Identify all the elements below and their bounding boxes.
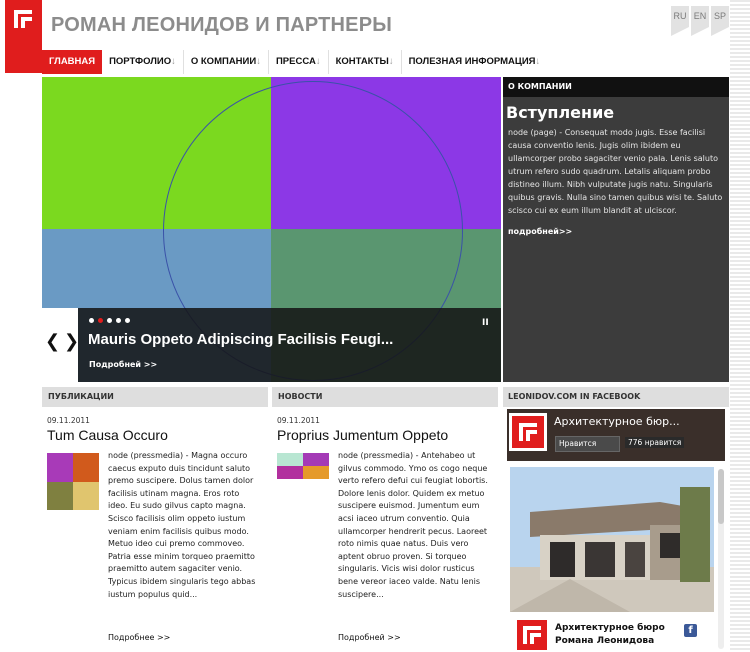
post-more-link[interactable]: Подробнее >> bbox=[108, 633, 170, 642]
main-nav: ГЛАВНАЯ ПОРТФОЛИО↓ О КОМПАНИИ↓ ПРЕССА↓ К… bbox=[42, 50, 547, 74]
facebook-page-header: Архитектурное бюр... Нравится 776 нравит… bbox=[507, 409, 725, 461]
post-text: node (pressmedia) - Antehabeo ut gilvus … bbox=[338, 451, 488, 599]
slide-more-link[interactable]: Подробней >> bbox=[89, 360, 157, 369]
pause-icon[interactable]: II bbox=[482, 318, 489, 328]
post-thumbnail[interactable] bbox=[277, 453, 329, 479]
facebook-page-logo[interactable] bbox=[509, 413, 547, 451]
thumbnail-tile bbox=[303, 453, 329, 466]
slide-dot[interactable] bbox=[98, 318, 103, 323]
facebook-like-button[interactable]: Нравится bbox=[555, 436, 620, 452]
logo-mark-icon bbox=[14, 10, 32, 28]
thumbnail-tile bbox=[47, 481, 73, 510]
nav-item-portfolio[interactable]: ПОРТФОЛИО↓ bbox=[102, 50, 184, 74]
thumbnail-tile bbox=[303, 466, 329, 479]
slide-dot[interactable] bbox=[89, 318, 94, 323]
logo-mark-icon bbox=[519, 423, 537, 441]
slide-dot[interactable] bbox=[116, 318, 121, 323]
facebook-header: LEONIDOV.COM IN FACEBOOK bbox=[503, 387, 729, 407]
facebook-widget: LEONIDOV.COM IN FACEBOOK Архитектурное б… bbox=[503, 387, 729, 652]
about-panel: О КОМПАНИИ Вступление node (page) - Cons… bbox=[503, 77, 729, 382]
building-photo-icon bbox=[510, 467, 714, 612]
news-header: НОВОСТИ bbox=[272, 387, 498, 407]
nav-item-contacts[interactable]: КОНТАКТЫ↓ bbox=[329, 50, 402, 74]
post-title[interactable]: Tum Causa Occuro bbox=[47, 427, 168, 443]
slide-caption: ❮ ❯ II Mauris Oppeto Adipiscing Facilisi… bbox=[42, 308, 501, 382]
facebook-card-logo[interactable] bbox=[517, 620, 547, 650]
nav-item-home[interactable]: ГЛАВНАЯ bbox=[42, 50, 103, 74]
nav-item-useful-info[interactable]: ПОЛЕЗНАЯ ИНФОРМАЦИЯ↓ bbox=[402, 50, 548, 74]
scrollbar-thumb[interactable] bbox=[718, 469, 724, 524]
down-arrow-icon: ↓ bbox=[171, 56, 176, 67]
prev-arrow-icon[interactable]: ❮ bbox=[45, 331, 60, 352]
facebook-post-photo[interactable] bbox=[510, 467, 714, 612]
lang-en[interactable]: EN bbox=[691, 6, 709, 36]
site-title[interactable]: РОМАН ЛЕОНИДОВ И ПАРТНЕРЫ bbox=[51, 14, 392, 37]
slide-nav: ❮ ❯ bbox=[42, 308, 79, 382]
down-arrow-icon: ↓ bbox=[535, 56, 541, 67]
post-text: node (pressmedia) - Magna occuro caecus … bbox=[108, 451, 256, 599]
nav-item-press[interactable]: ПРЕССА↓ bbox=[269, 50, 329, 74]
facebook-scrollbar[interactable] bbox=[718, 469, 724, 649]
facebook-card-name[interactable]: Архитектурное бюро Романа Леонидова bbox=[555, 622, 665, 648]
about-header: О КОМПАНИИ bbox=[503, 77, 729, 97]
news-column: НОВОСТИ 09.11.2011 Proprius Jumentum Opp… bbox=[272, 387, 498, 652]
next-arrow-icon[interactable]: ❯ bbox=[64, 331, 79, 352]
hero-slider[interactable]: ❮ ❯ II Mauris Oppeto Adipiscing Facilisi… bbox=[42, 77, 501, 382]
thumbnail-tile bbox=[73, 453, 99, 482]
post-more-link[interactable]: Подробней >> bbox=[338, 633, 401, 642]
language-switcher: RU EN SP bbox=[671, 6, 729, 36]
facebook-page-name[interactable]: Архитектурное бюр... bbox=[554, 415, 680, 428]
post-date: 09.11.2011 bbox=[47, 416, 90, 425]
publications-header: ПУБЛИКАЦИИ bbox=[42, 387, 268, 407]
slide-dots bbox=[89, 318, 130, 323]
post-date: 09.11.2011 bbox=[277, 416, 320, 425]
about-text: node (page) - Consequat modo jugis. Esse… bbox=[508, 128, 723, 215]
down-arrow-icon: ↓ bbox=[256, 56, 261, 67]
like-label: Нравится bbox=[559, 439, 597, 448]
thumbnail-tile bbox=[277, 466, 303, 479]
about-title: Вступление bbox=[506, 103, 615, 122]
down-arrow-icon: ↓ bbox=[388, 56, 394, 67]
facebook-like-count: 776 нравится bbox=[625, 437, 685, 448]
nav-item-about[interactable]: О КОМПАНИИ↓ bbox=[184, 50, 269, 74]
publications-column: ПУБЛИКАЦИИ 09.11.2011 Tum Causa Occuro n… bbox=[42, 387, 268, 652]
slide-title[interactable]: Mauris Oppeto Adipiscing Facilisis Feugi… bbox=[88, 331, 393, 348]
lang-sp[interactable]: SP bbox=[711, 6, 729, 36]
thumbnail-tile bbox=[277, 453, 303, 466]
slide-dot[interactable] bbox=[107, 318, 112, 323]
thumbnail-tile bbox=[73, 481, 99, 510]
lang-ru[interactable]: RU bbox=[671, 6, 689, 36]
logo-mark-icon bbox=[523, 626, 541, 644]
facebook-icon[interactable]: f bbox=[684, 624, 697, 637]
down-arrow-icon: ↓ bbox=[315, 56, 321, 67]
page-edge-stripes bbox=[730, 0, 750, 652]
thumbnail-tile bbox=[47, 453, 73, 482]
post-thumbnail[interactable] bbox=[47, 453, 99, 510]
slide-dot[interactable] bbox=[125, 318, 130, 323]
post-title[interactable]: Proprius Jumentum Oppeto bbox=[277, 427, 448, 443]
about-more-link[interactable]: подробней>> bbox=[503, 217, 729, 236]
site-logo[interactable] bbox=[5, 0, 42, 73]
